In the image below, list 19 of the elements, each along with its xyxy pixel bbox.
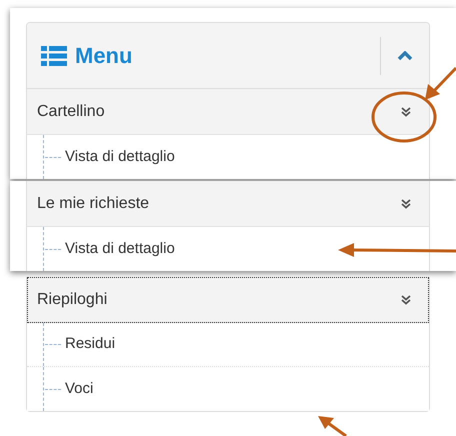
annotation-arrow <box>424 66 456 101</box>
annotation-arrow <box>318 416 348 436</box>
menu-section-header[interactable]: Riepiloghi <box>27 277 429 323</box>
menu-title: Menu <box>75 42 132 70</box>
chevron-down-icon[interactable] <box>401 198 411 208</box>
section-title[interactable]: Cartellino <box>37 100 105 124</box>
annotation-circle <box>371 91 437 143</box>
submenu-item[interactable]: Voci <box>65 378 94 400</box>
chevron-up-icon <box>397 50 413 60</box>
section-title[interactable]: Riepiloghi <box>37 288 108 312</box>
submenu-item[interactable]: Vista di dettaglio <box>65 146 175 168</box>
section-title[interactable]: Le mie richieste <box>37 192 150 216</box>
submenu-item[interactable]: Residui <box>65 333 116 356</box>
chevron-down-icon[interactable] <box>401 294 411 304</box>
menu-section-header[interactable]: Le mie richieste <box>27 181 429 227</box>
menu-section-header[interactable]: Cartellino <box>27 89 429 135</box>
chevron-down-icon[interactable] <box>401 106 411 116</box>
submenu-item[interactable]: Vista di dettaglio <box>65 238 175 260</box>
list-icon <box>41 46 67 66</box>
